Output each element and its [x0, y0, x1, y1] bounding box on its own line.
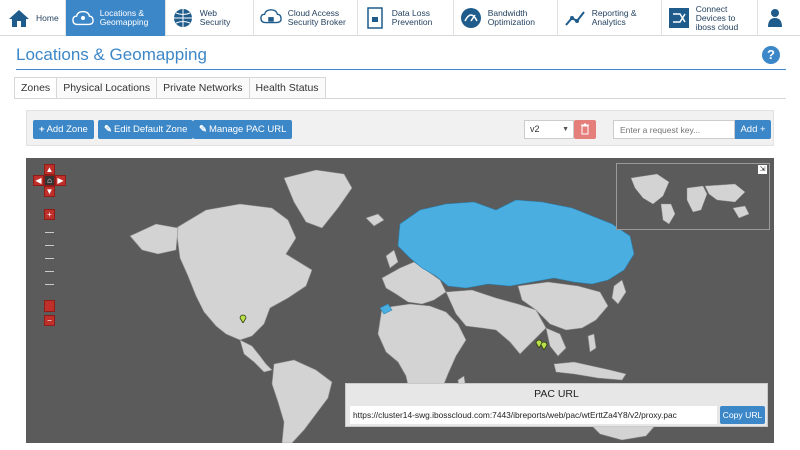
pan-home-button[interactable]: ⌂ — [44, 175, 55, 186]
southeast-asia-shape — [545, 327, 567, 357]
top-nav: Home Locations & Geomapping Web Security… — [0, 0, 800, 36]
minimap-toggle-icon[interactable]: ⇲ — [758, 165, 767, 174]
copy-url-button[interactable]: Copy URL — [720, 406, 765, 424]
page-title: Locations & Geomapping — [16, 45, 207, 64]
tab-zones[interactable]: Zones — [14, 77, 58, 99]
add-zone-label: Add Zone — [46, 124, 88, 135]
add-zone-button[interactable]: + Add Zone — [33, 120, 94, 139]
zoom-level-tick[interactable] — [45, 232, 54, 233]
pac-url-panel: PAC URL https://cluster14-swg.ibosscloud… — [345, 383, 768, 427]
manage-pac-url-label: Manage PAC URL — [208, 124, 287, 135]
connect-icon — [668, 7, 690, 29]
iceland-shape — [365, 213, 385, 227]
overview-minimap[interactable]: ⇲ — [616, 163, 770, 230]
version-value: v2 — [530, 124, 540, 134]
zoom-level-tick[interactable] — [45, 284, 54, 285]
nav-web-security-label: Web Security — [199, 8, 231, 27]
edit-default-zone-button[interactable]: ✎ Edit Default Zone — [98, 120, 194, 139]
nav-connect-devices[interactable]: Connect Devices to iboss cloud — [662, 0, 758, 36]
add-label: Add — [740, 124, 758, 135]
nav-bandwidth[interactable]: Bandwidth Optimization — [454, 0, 558, 36]
indonesia-shape — [553, 361, 627, 381]
zoom-level-tick[interactable] — [45, 258, 54, 259]
tab-private-networks[interactable]: Private Networks — [156, 77, 250, 99]
zoom-out-button[interactable]: − — [44, 315, 55, 326]
plus-icon: + — [39, 124, 45, 135]
pan-down-button[interactable]: ▼ — [44, 186, 55, 197]
cloud-lock-icon — [259, 7, 282, 29]
pan-right-button[interactable]: ▶ — [55, 175, 66, 186]
nav-connect-label: Connect Devices to iboss cloud — [695, 3, 739, 32]
nav-web-security[interactable]: Web Security — [166, 0, 254, 36]
nav-home-label: Home — [36, 12, 59, 23]
home-icon — [8, 7, 30, 29]
zoom-in-button[interactable]: + — [44, 209, 55, 220]
tabs-divider — [14, 98, 786, 99]
pac-url-title: PAC URL — [534, 388, 579, 400]
help-icon[interactable]: ? — [762, 46, 780, 64]
nav-casb-label: Cloud Access Security Broker — [287, 8, 346, 27]
location-marker-icon[interactable] — [540, 340, 548, 350]
nav-casb[interactable]: Cloud Access Security Broker — [254, 0, 358, 36]
pan-up-button[interactable]: ▲ — [44, 164, 55, 175]
caret-down-icon: ▼ — [562, 126, 569, 133]
zoom-level-tick[interactable] — [45, 245, 54, 246]
document-lock-icon — [364, 7, 386, 29]
nav-home[interactable]: Home — [0, 0, 66, 36]
uk-shape — [385, 249, 399, 269]
philippines-shape — [587, 333, 597, 353]
greenland-shape — [283, 169, 353, 229]
nav-dlp[interactable]: Data Loss Prevention — [358, 0, 454, 36]
zoom-level-tick[interactable] — [45, 271, 54, 272]
central-america-shape — [239, 339, 273, 373]
edit-default-zone-label: Edit Default Zone — [113, 124, 188, 135]
globe-icon — [172, 7, 194, 29]
nav-locations-geomapping[interactable]: Locations & Geomapping — [65, 0, 166, 36]
plus-icon: + — [757, 124, 766, 135]
alaska-shape — [129, 223, 179, 255]
version-select[interactable]: v2 ▼ — [524, 120, 574, 139]
manage-pac-url-button[interactable]: ✎ Manage PAC URL — [193, 120, 293, 139]
tab-bar: Zones Physical Locations Private Network… — [14, 77, 326, 99]
nav-bandwidth-label: Bandwidth Optimization — [487, 8, 535, 27]
request-key-input[interactable] — [613, 120, 735, 139]
nav-user[interactable] — [758, 0, 798, 36]
nav-locations-label: Locations & Geomapping — [99, 8, 149, 27]
delete-version-button[interactable] — [574, 120, 596, 139]
zoom-slider-handle[interactable] — [44, 300, 55, 312]
pencil-icon: ✎ — [104, 124, 112, 135]
highlighted-zone-shape — [397, 199, 635, 289]
speedometer-icon — [460, 7, 482, 29]
japan-shape — [611, 279, 627, 305]
add-request-key-button[interactable]: Add + — [735, 120, 771, 139]
chart-icon — [564, 7, 586, 29]
pac-url-value[interactable]: https://cluster14-swg.ibosscloud.com:744… — [350, 406, 717, 424]
zones-toolbar: + Add Zone ✎ Edit Default Zone ✎ Manage PAC… — [26, 110, 774, 146]
trash-icon — [581, 123, 589, 135]
cloud-pin-icon — [71, 7, 94, 29]
south-america-shape — [271, 359, 333, 443]
tab-health-status[interactable]: Health Status — [248, 77, 326, 99]
page-header: Locations & Geomapping ? — [16, 44, 786, 70]
pencil-icon: ✎ — [199, 124, 207, 135]
pan-left-button[interactable]: ◀ — [33, 175, 44, 186]
nav-dlp-label: Data Loss Prevention — [391, 8, 433, 27]
tab-physical-locations[interactable]: Physical Locations — [56, 77, 158, 99]
minimap-canvas — [630, 173, 750, 225]
user-icon — [764, 7, 786, 29]
nav-reporting-label: Reporting & Analytics — [591, 8, 637, 27]
location-marker-icon[interactable] — [239, 313, 247, 323]
nav-reporting[interactable]: Reporting & Analytics — [558, 0, 662, 36]
